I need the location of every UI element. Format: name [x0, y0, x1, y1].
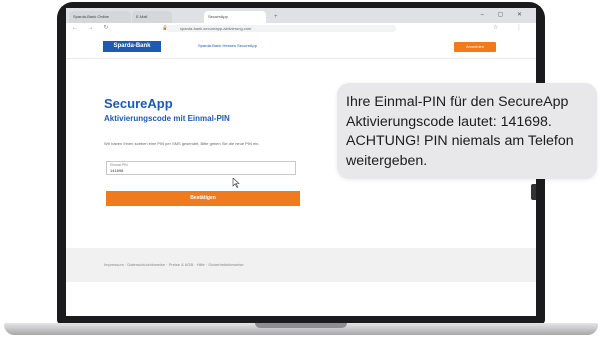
sms-line: Ihre Einmal-PIN für den SecureApp — [346, 94, 569, 110]
window-controls[interactable]: – ▢ ✕ — [481, 11, 528, 18]
sms-message: Ihre Einmal-PIN für den SecureApp Aktivi… — [346, 93, 596, 171]
bank-logo[interactable]: Sparda-Bank — [103, 41, 161, 52]
sms-line: ACHTUNG! PIN niemals am Telefon — [346, 133, 574, 149]
browser-tab-active[interactable]: SecureApp — [204, 11, 266, 23]
login-button[interactable]: Anmelden — [454, 42, 496, 52]
site-header: Sparda-Bank Sparda-Bank Hessen SecureApp… — [66, 34, 536, 59]
footer-links[interactable]: Impressum · Datenschutzhinweise · Preise… — [104, 262, 244, 267]
browser-tab[interactable]: Sparda-Bank Online — [69, 11, 131, 23]
browser-tab[interactable]: E-Mail — [132, 11, 172, 23]
navigation-buttons[interactable]: ← → ↻ — [72, 24, 112, 31]
pin-input[interactable]: Einmal-PIN 141698 — [106, 161, 296, 175]
url-input[interactable]: sparda-bank.secureapp-aktivierung.com — [166, 25, 396, 32]
browser-tools[interactable]: ☆ ⋮ — [493, 24, 530, 31]
instruction-text: Wir haben Ihnen soeben eine PIN per SMS … — [104, 141, 260, 146]
pin-input-value[interactable]: 141698 — [110, 168, 123, 173]
new-tab-button[interactable]: + — [270, 11, 286, 23]
feedback-side-tab[interactable] — [531, 184, 536, 200]
pin-input-label: Einmal-PIN — [110, 163, 128, 167]
sms-notification[interactable]: Ihre Einmal-PIN für den SecureApp Aktivi… — [337, 83, 597, 179]
confirm-button[interactable]: Bestätigen — [106, 191, 300, 206]
mouse-cursor-icon — [232, 178, 240, 188]
page-title: SecureApp — [104, 96, 173, 111]
site-footer: Impressum · Datenschutzhinweise · Preise… — [66, 248, 536, 282]
laptop-notch — [255, 323, 347, 328]
sms-line: Aktivierungscode lautet: 141698. — [346, 113, 552, 130]
header-link[interactable]: Sparda-Bank Hessen SecureApp — [198, 43, 257, 48]
sms-line: weitergeben. — [346, 152, 428, 169]
page-subtitle: Aktivierungscode mit Einmal-PIN — [104, 114, 230, 123]
browser-tabbar: Sparda-Bank Online E-Mail SecureApp + – … — [66, 8, 536, 23]
